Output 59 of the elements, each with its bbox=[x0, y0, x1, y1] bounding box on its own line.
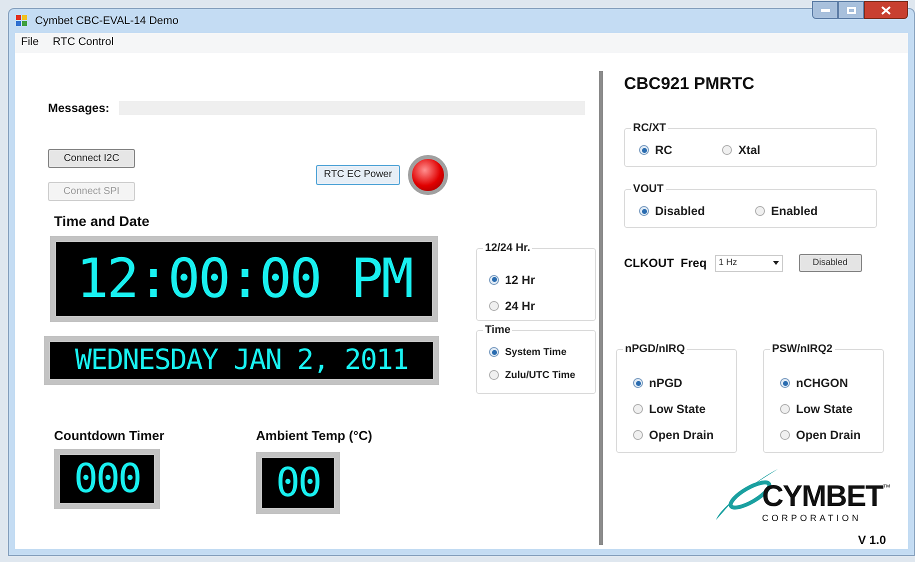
group-title: PSW/nIRQ2 bbox=[770, 342, 835, 356]
group-title: Time bbox=[483, 322, 512, 336]
clkout-label: CLKOUT Freq bbox=[624, 255, 707, 272]
display-text: 000 bbox=[74, 459, 140, 499]
connect-button[interactable]: Connect I2C bbox=[48, 148, 135, 168]
section-heading: Time and Date bbox=[54, 212, 150, 230]
display-text: 12:00:00 PM bbox=[76, 252, 412, 306]
minimize-button[interactable] bbox=[812, 1, 838, 19]
power-button[interactable]: RTC EC Power bbox=[316, 164, 400, 184]
display-text: 00 bbox=[276, 463, 320, 503]
radio-button[interactable] bbox=[722, 145, 732, 155]
temperature-label: Ambient Temp (°C) bbox=[256, 426, 372, 445]
radio-button[interactable] bbox=[633, 430, 643, 440]
radio-label: Zulu/UTC Time bbox=[505, 368, 576, 382]
display-text: WEDNESDAY JAN 2, 2011 bbox=[74, 346, 408, 374]
menu-item[interactable]: File bbox=[21, 34, 39, 51]
radio-button[interactable] bbox=[633, 378, 643, 388]
clkout-button[interactable]: Disabled bbox=[798, 254, 862, 272]
countdown-label: Countdown Timer bbox=[54, 426, 166, 444]
radio-label: nCHGON bbox=[796, 375, 848, 392]
close-icon bbox=[881, 6, 891, 14]
window-title: Cymbet CBC-EVAL-14 Demo bbox=[35, 14, 178, 28]
radio-button[interactable] bbox=[780, 378, 790, 388]
device-title: CBC921 PMRTC bbox=[624, 72, 756, 94]
radio-button[interactable] bbox=[489, 370, 499, 380]
radio-label: Xtal bbox=[738, 142, 760, 159]
frequency-dropdown[interactable]: 1 Hz bbox=[714, 254, 783, 272]
radio-button[interactable] bbox=[633, 404, 643, 414]
radio-label: Low State bbox=[796, 401, 853, 418]
logo-text: CYMBET bbox=[762, 482, 883, 512]
radio-label: RC bbox=[655, 142, 672, 159]
radio-label: Enabled bbox=[771, 203, 818, 220]
close-button[interactable] bbox=[864, 1, 908, 19]
messages-label: Messages: bbox=[48, 100, 110, 116]
radio-button[interactable] bbox=[780, 404, 790, 414]
group-title: 12/24 Hr. bbox=[483, 240, 532, 254]
radio-label: 12 Hr bbox=[505, 272, 536, 288]
radio-button[interactable] bbox=[489, 300, 499, 310]
logo-subtitle: CORPORATION bbox=[762, 512, 862, 524]
trademark-mark: ™ bbox=[882, 482, 891, 492]
radio-button[interactable] bbox=[780, 430, 790, 440]
radio-label: nPGD bbox=[649, 375, 682, 392]
radio-label: Low State bbox=[649, 401, 706, 418]
radio-label: Open Drain bbox=[796, 427, 861, 444]
caret-icon bbox=[772, 261, 779, 265]
radio-button[interactable] bbox=[489, 347, 499, 357]
version-label: V 1.0 bbox=[858, 532, 886, 549]
radio-label: 24 Hr bbox=[505, 298, 536, 314]
radio-button[interactable] bbox=[755, 206, 766, 216]
radio-label: System Time bbox=[505, 346, 567, 360]
radio-button[interactable] bbox=[639, 145, 649, 155]
app-icon bbox=[15, 14, 29, 28]
radio-button[interactable] bbox=[639, 206, 649, 216]
radio-label: Disabled bbox=[655, 203, 706, 220]
maximize-button[interactable] bbox=[838, 1, 864, 19]
radio-button[interactable] bbox=[489, 274, 499, 284]
menu-item[interactable]: RTC Control bbox=[52, 34, 114, 51]
radio-label: Open Drain bbox=[649, 427, 714, 444]
group-title: nPGD/nIRQ bbox=[623, 342, 687, 356]
